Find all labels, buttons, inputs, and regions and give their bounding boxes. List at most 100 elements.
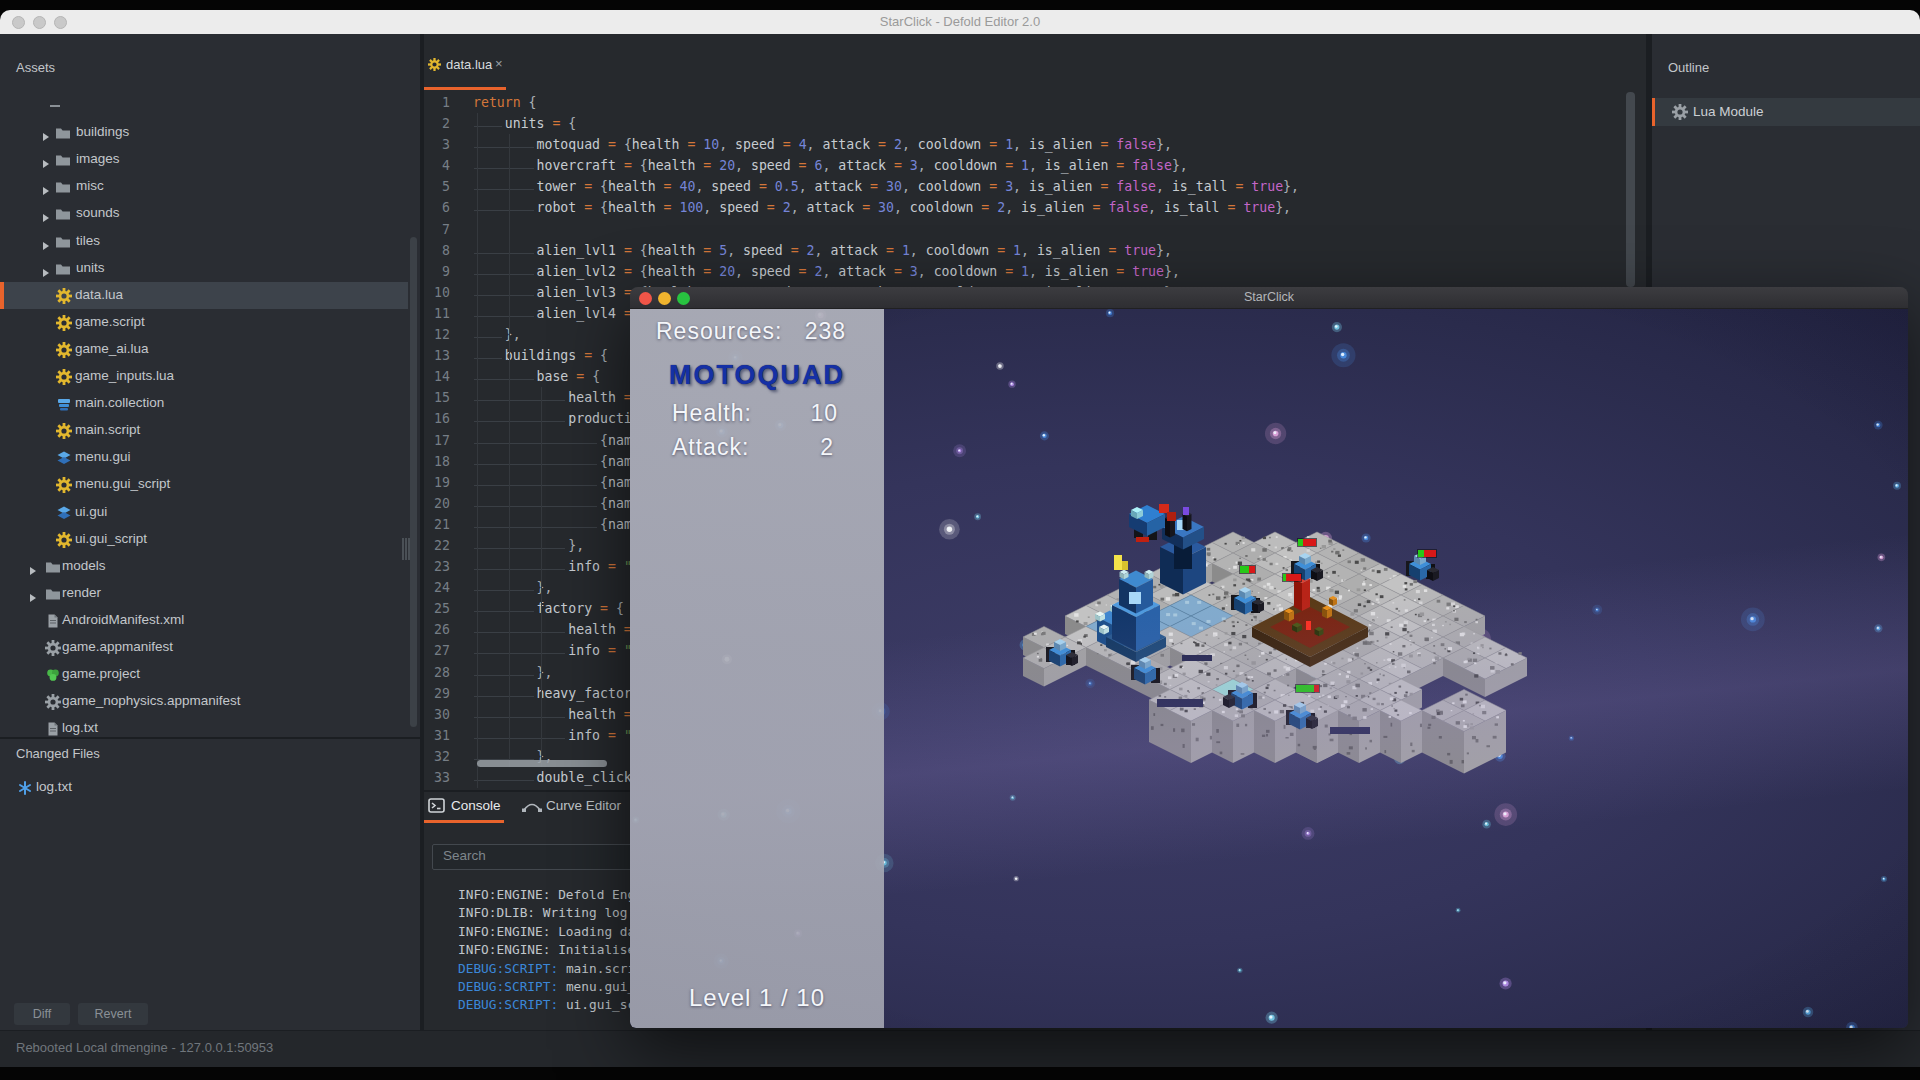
code-line: 2 units = {: [424, 113, 1624, 134]
tree-item-tiles[interactable]: tiles: [0, 228, 408, 255]
tab-data-lua[interactable]: data.lua ×: [424, 34, 508, 90]
tree-item-game.project[interactable]: game.project: [0, 661, 408, 688]
tree-item-label: game_ai.lua: [75, 341, 149, 356]
tab-console[interactable]: Console: [424, 792, 504, 822]
gear-yellow-icon: [56, 342, 72, 358]
folder-icon: [55, 206, 71, 222]
folder-icon: [55, 125, 71, 141]
gear-yellow-icon: [56, 532, 72, 548]
tab-close-icon[interactable]: ×: [495, 56, 503, 71]
tree-item-menu.gui_script[interactable]: menu.gui_script: [0, 471, 408, 498]
expand-icon[interactable]: [29, 562, 37, 572]
health-value: 10: [810, 400, 838, 427]
code-line: 5 tower = {health = 40, speed = 0.5, att…: [424, 176, 1624, 197]
tree-item-render[interactable]: render: [0, 580, 408, 607]
tree-item-units[interactable]: units: [0, 255, 408, 282]
expand-icon[interactable]: [42, 209, 50, 219]
outline-title: Outline: [1668, 60, 1709, 75]
tree-item-game.appmanifest[interactable]: game.appmanifest: [0, 634, 408, 661]
tree-item-models[interactable]: models: [0, 553, 408, 580]
code-line: 4 hovercraft = {health = 20, speed = 6, …: [424, 155, 1624, 176]
game-title: StarClick: [630, 290, 1908, 304]
curve-tab-label: Curve Editor: [546, 798, 621, 813]
tree-item-ui.gui[interactable]: ui.gui: [0, 499, 408, 526]
tree-item-label: ui.gui: [75, 504, 107, 519]
tree-item-label: buildings: [76, 124, 129, 139]
tree-item-label: main.collection: [75, 395, 164, 410]
folder-icon: [45, 586, 61, 602]
code-line: 8 alien_lvl1 = {health = 5, speed = 2, a…: [424, 240, 1624, 261]
tree-item-label: ui.gui_script: [75, 531, 147, 546]
folder-icon: [45, 559, 61, 575]
assets-panel: Assets buildingsimagesmiscsoundstilesuni…: [0, 34, 420, 1030]
tree-item-label: main.script: [75, 422, 140, 437]
tree-item-main.collection[interactable]: main.collection: [0, 390, 408, 417]
attack-value: 2: [820, 434, 834, 461]
changed-file-label: log.txt: [36, 779, 72, 794]
expand-icon[interactable]: [42, 128, 50, 138]
tree-item-game_nophysics.appmanifest[interactable]: game_nophysics.appmanifest: [0, 688, 408, 715]
folder-icon: [55, 179, 71, 195]
tree-item-game_ai.lua[interactable]: game_ai.lua: [0, 336, 408, 363]
gear-yellow-icon: [56, 315, 72, 331]
tree-item-label: misc: [76, 178, 104, 193]
gear-yellow-icon: [56, 288, 72, 304]
revert-button[interactable]: Revert: [78, 1003, 148, 1025]
tree-item-ui.gui_script[interactable]: ui.gui_script: [0, 526, 408, 553]
level-indicator: Level 1 / 10: [630, 984, 884, 1012]
gear-yellow-icon: [56, 369, 72, 385]
changed-asterisk-icon: [17, 780, 33, 796]
tree-item-data.lua[interactable]: data.lua: [0, 282, 408, 309]
status-text: Rebooted Local dmengine - 127.0.0.1:5095…: [16, 1040, 273, 1055]
editor-hscrollbar[interactable]: [477, 760, 607, 767]
tree-item-label: game.script: [75, 314, 145, 329]
expand-icon[interactable]: [29, 589, 37, 599]
tree-item-label: game_inputs.lua: [75, 368, 174, 383]
editor-vscrollbar[interactable]: [1626, 92, 1635, 287]
console-icon: [428, 798, 444, 814]
tree-item-root[interactable]: [0, 92, 408, 119]
tree-item-label: AndroidManifest.xml: [62, 612, 184, 627]
tree-item-label: game.appmanifest: [62, 639, 173, 654]
game-hud: Resources: 238 MOTOQUAD Health: 10 Attac…: [630, 309, 884, 1028]
curve-editor-icon: [522, 799, 538, 815]
tree-item-images[interactable]: images: [0, 146, 408, 173]
doc-icon: [45, 721, 61, 737]
assets-scrollbar[interactable]: [410, 237, 417, 727]
expand-icon[interactable]: [42, 155, 50, 165]
lua-file-icon: [428, 57, 441, 70]
diff-button[interactable]: Diff: [14, 1003, 70, 1025]
dash-icon: [47, 98, 63, 114]
tree-item-AndroidManifest.xml[interactable]: AndroidManifest.xml: [0, 607, 408, 634]
tree-item-label: images: [76, 151, 120, 166]
splitter-handle[interactable]: [402, 538, 410, 560]
expand-icon[interactable]: [42, 182, 50, 192]
game-viewport[interactable]: Resources: 238 MOTOQUAD Health: 10 Attac…: [630, 309, 1908, 1028]
expand-icon[interactable]: [42, 264, 50, 274]
folder-icon: [55, 152, 71, 168]
screen: StarClick - Defold Editor 2.0 Assets bui…: [0, 0, 1920, 1080]
tree-item-main.script[interactable]: main.script: [0, 417, 408, 444]
game-titlebar: StarClick: [630, 287, 1908, 309]
active-console-tab-underline: [424, 820, 504, 823]
defold-icon: [45, 667, 61, 683]
changed-file-row[interactable]: log.txt: [0, 775, 420, 801]
game-window[interactable]: StarClick Resources: 238 MOTOQUAD Health…: [630, 287, 1908, 1028]
tree-item-label: game.project: [62, 666, 140, 681]
gui-icon: [56, 450, 72, 466]
tab-curve-editor[interactable]: Curve Editor: [520, 792, 630, 822]
resources-label: Resources:: [656, 318, 782, 345]
tree-item-misc[interactable]: misc: [0, 173, 408, 200]
tree-item-sounds[interactable]: sounds: [0, 200, 408, 227]
outline-item-lua-module[interactable]: Lua Module: [1652, 98, 1920, 126]
tree-item-buildings[interactable]: buildings: [0, 119, 408, 146]
tree-item-label: sounds: [76, 205, 120, 220]
tree-item-game_inputs.lua[interactable]: game_inputs.lua: [0, 363, 408, 390]
tree-item-game.script[interactable]: game.script: [0, 309, 408, 336]
selected-unit-name: MOTOQUAD: [630, 360, 884, 391]
expand-icon[interactable]: [42, 237, 50, 247]
tree-item-label: game_nophysics.appmanifest: [62, 693, 241, 708]
health-label: Health:: [672, 400, 752, 427]
tree-item-label: log.txt: [62, 720, 98, 735]
tree-item-menu.gui[interactable]: menu.gui: [0, 444, 408, 471]
